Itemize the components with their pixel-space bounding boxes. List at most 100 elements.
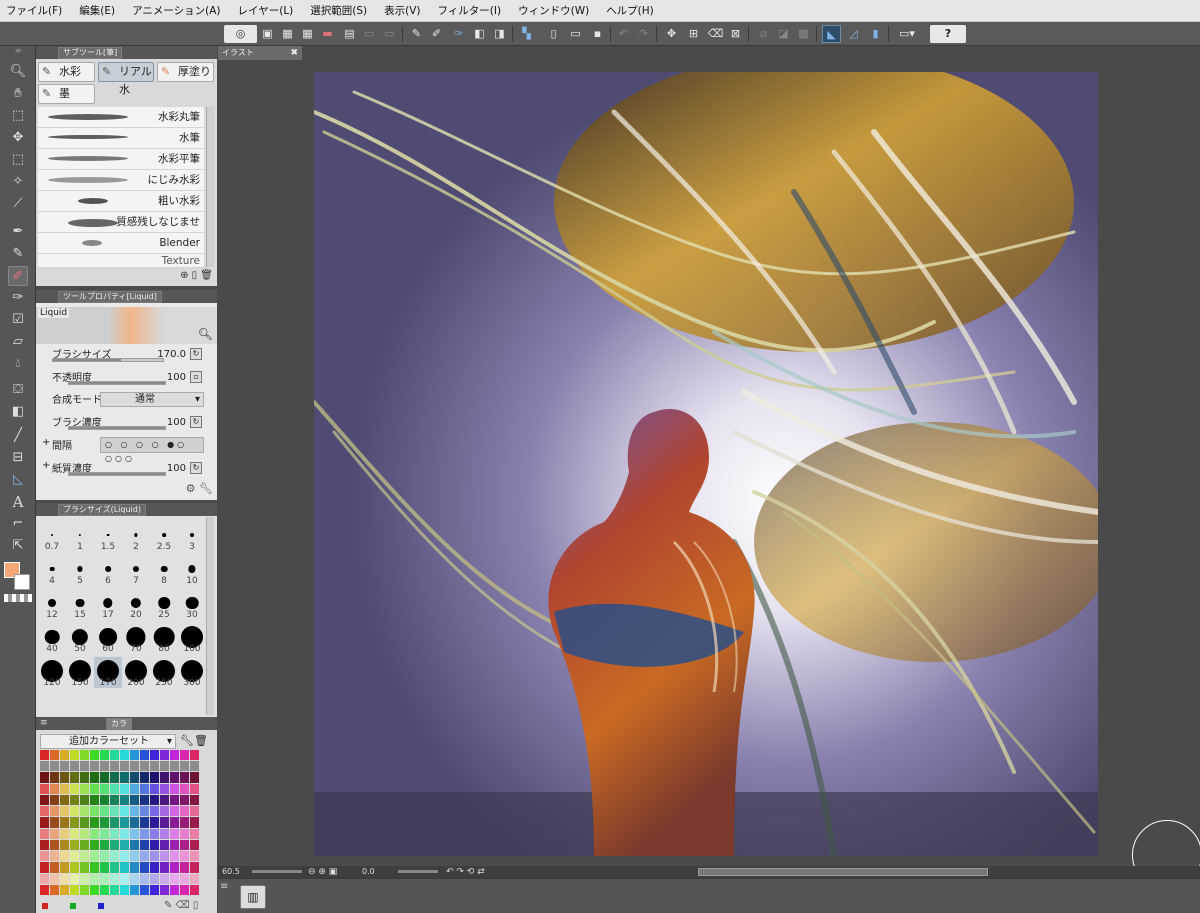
- color-swatch[interactable]: [120, 817, 129, 828]
- color-swatch[interactable]: [80, 806, 89, 817]
- grid2-icon[interactable]: ▦: [298, 25, 317, 43]
- brush-size-option[interactable]: 200: [122, 657, 150, 688]
- color-swatch[interactable]: [100, 806, 109, 817]
- color-swatch[interactable]: [100, 750, 109, 761]
- panel-menu-icon[interactable]: ≡: [40, 717, 48, 730]
- color-swatch[interactable]: [120, 839, 129, 851]
- color-swatch[interactable]: [150, 862, 159, 873]
- color-swatch[interactable]: [40, 806, 49, 817]
- airbrush-icon[interactable]: ✑: [8, 288, 28, 308]
- color-swatch[interactable]: [70, 884, 79, 895]
- color-swatch[interactable]: [160, 873, 169, 884]
- color-swatch[interactable]: [80, 862, 89, 873]
- tab-color-set[interactable]: カラ: [106, 718, 132, 730]
- color-swatch[interactable]: [160, 750, 169, 761]
- color-swatch[interactable]: [190, 783, 199, 794]
- tab-ink[interactable]: ✎ 墨: [38, 84, 95, 104]
- color-swatch[interactable]: [80, 851, 89, 862]
- color-swatch[interactable]: [120, 884, 129, 895]
- brush-size-scrollbar[interactable]: [206, 517, 214, 715]
- color-swatch[interactable]: [120, 772, 129, 783]
- copy-icon[interactable]: ▭: [360, 25, 379, 43]
- color-swatch[interactable]: [60, 884, 69, 895]
- color-swatch[interactable]: [80, 794, 89, 806]
- menu-animation[interactable]: アニメーション(A): [132, 3, 220, 18]
- color-swatch[interactable]: [90, 817, 99, 828]
- color-swatch[interactable]: [50, 862, 59, 873]
- brush-size-option[interactable]: 250: [150, 657, 178, 688]
- color-swatch[interactable]: [100, 884, 109, 895]
- prop-brush-size[interactable]: ブラシサイズ 170.0 ↻: [38, 346, 206, 368]
- color-swatch[interactable]: [100, 828, 109, 839]
- deselect-icon[interactable]: ⌫: [706, 25, 725, 43]
- menu-layer[interactable]: レイヤー(L): [238, 3, 294, 18]
- color-swatch[interactable]: [110, 884, 119, 895]
- color-swatch[interactable]: [170, 772, 179, 783]
- brush-size-option[interactable]: 170: [94, 657, 122, 688]
- color-swatch[interactable]: [150, 761, 159, 772]
- monitor-icon[interactable]: ▭▾: [892, 25, 922, 43]
- color-swatch[interactable]: [130, 794, 139, 806]
- horizontal-scrollbar[interactable]: [698, 868, 988, 876]
- color-swatch[interactable]: [180, 828, 189, 839]
- correction-icon[interactable]: ⇱: [8, 536, 28, 556]
- color-swatch[interactable]: [50, 794, 59, 806]
- color-swatch[interactable]: [160, 817, 169, 828]
- select-icon[interactable]: ▚: [517, 25, 536, 43]
- gradient-icon[interactable]: ◧: [8, 402, 28, 422]
- color-swatch[interactable]: [50, 783, 59, 794]
- brush-a-icon[interactable]: ✎: [407, 25, 426, 43]
- color-swatch[interactable]: [40, 839, 49, 851]
- brush-size-option[interactable]: 1.5: [94, 521, 122, 552]
- zoom-slider[interactable]: [252, 870, 302, 873]
- brush-size-option[interactable]: 70: [122, 623, 150, 654]
- color-swatch[interactable]: [50, 839, 59, 851]
- ruler-icon[interactable]: ◺: [8, 470, 28, 490]
- brush-size-option[interactable]: 2.5: [150, 521, 178, 552]
- color-swatch[interactable]: [160, 783, 169, 794]
- brush-item[interactable]: 水彩丸筆: [38, 107, 204, 128]
- zoom-buttons[interactable]: ⊖ ⊕ ▣: [308, 866, 337, 878]
- brush-c-icon[interactable]: ✑: [449, 25, 468, 43]
- brush-size-option[interactable]: 50: [66, 623, 94, 654]
- color-swatch[interactable]: [180, 817, 189, 828]
- color-swatch[interactable]: [140, 772, 149, 783]
- color-swatch[interactable]: [150, 873, 159, 884]
- color-swatch[interactable]: [110, 862, 119, 873]
- line-icon[interactable]: ╱: [8, 426, 28, 446]
- tab-real-watercolor[interactable]: ✎ リアル水: [98, 62, 154, 96]
- color-swatch[interactable]: [60, 794, 69, 806]
- color-swatch[interactable]: [90, 794, 99, 806]
- color-swatch[interactable]: [50, 828, 59, 839]
- color-swatch[interactable]: [160, 761, 169, 772]
- color-swatch[interactable]: [70, 817, 79, 828]
- subtool-action-icons[interactable]: ⊕ ▯ 🗑︎: [180, 270, 213, 281]
- color-swatch[interactable]: [40, 873, 49, 884]
- color-swatch[interactable]: [190, 828, 199, 839]
- color-swatch[interactable]: [190, 862, 199, 873]
- brush-size-option[interactable]: 7: [122, 555, 150, 586]
- brush-size-option[interactable]: 17: [94, 589, 122, 620]
- lock-icon[interactable]: ▮: [866, 25, 885, 43]
- rotate-buttons[interactable]: ↶ ↷ ⟲ ⇄: [446, 866, 485, 878]
- brush-size-option[interactable]: 5: [66, 555, 94, 586]
- menu-help[interactable]: ヘルプ(H): [606, 3, 654, 18]
- brush-size-option[interactable]: 30: [178, 589, 206, 620]
- color-swatch[interactable]: [140, 761, 149, 772]
- color-swatch[interactable]: [80, 772, 89, 783]
- color-swatch[interactable]: [140, 851, 149, 862]
- color-swatch[interactable]: [140, 839, 149, 851]
- brush-item[interactable]: 水筆: [38, 128, 204, 149]
- color-swatch[interactable]: [100, 761, 109, 772]
- color-swatch[interactable]: [120, 851, 129, 862]
- color-swatch[interactable]: [180, 794, 189, 806]
- brush-size-option[interactable]: 8: [150, 555, 178, 586]
- color-swatch[interactable]: [190, 839, 199, 851]
- invert-icon[interactable]: ◪: [774, 25, 793, 43]
- brush-item[interactable]: 粗い水彩: [38, 191, 204, 212]
- navigator-button[interactable]: ▥: [240, 885, 266, 909]
- fill-icon[interactable]: ⛋: [8, 380, 28, 400]
- color-swatch[interactable]: [80, 750, 89, 761]
- color-swatch[interactable]: [190, 884, 199, 895]
- color-swatch[interactable]: [90, 828, 99, 839]
